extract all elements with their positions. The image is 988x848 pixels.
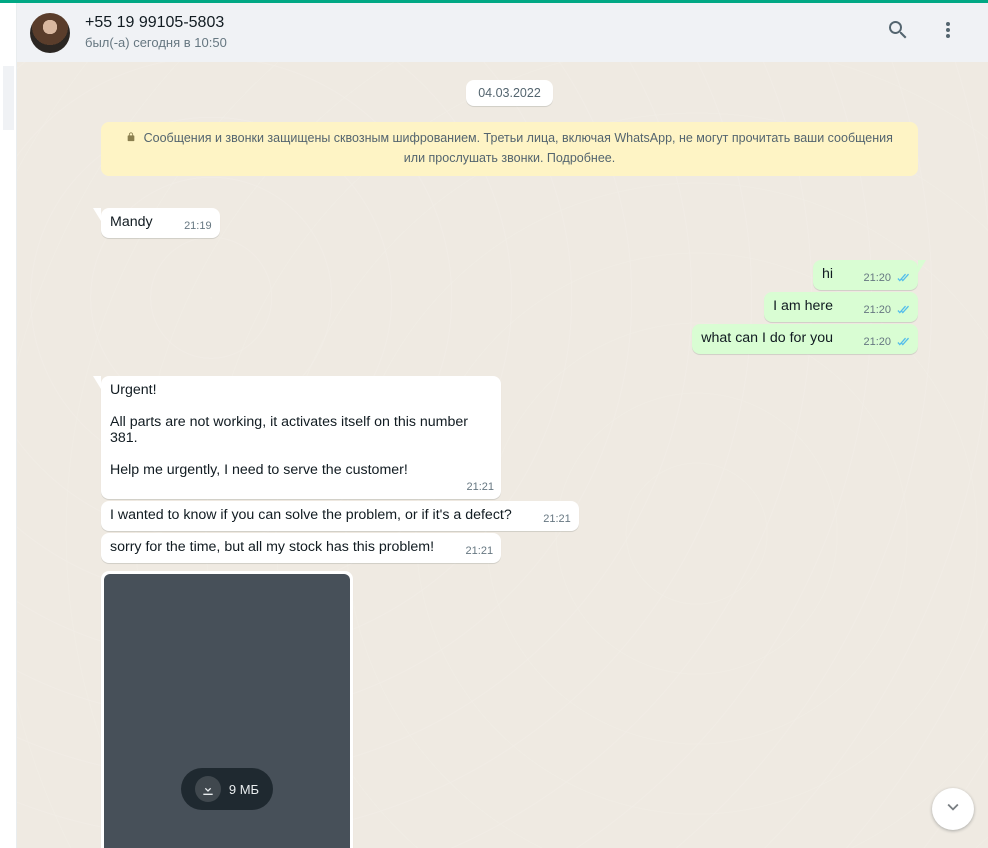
message-out[interactable]: I am here 21:20	[101, 292, 918, 322]
message-time: 21:20	[863, 303, 891, 318]
message-time: 21:20	[863, 335, 891, 350]
message-time: 21:21	[543, 512, 571, 527]
message-in[interactable]: Mandy 21:19	[101, 208, 918, 238]
media-placeholder[interactable]: 9 МБ	[104, 574, 350, 848]
conversation-panel: 04.03.2022 Сообщения и звонки защищены с…	[17, 62, 988, 848]
chevron-down-icon	[942, 796, 964, 823]
message-in[interactable]: I wanted to know if you can solve the pr…	[101, 501, 918, 531]
bubble-tail-icon	[93, 376, 101, 389]
message-in-media[interactable]: 9 МБ	[101, 571, 918, 848]
message-out[interactable]: hi 21:20	[101, 260, 918, 290]
message-text: Urgent! All parts are not working, it ac…	[110, 382, 492, 478]
lock-icon	[126, 132, 139, 146]
message-time: 21:21	[466, 544, 494, 559]
media-size-label: 9 МБ	[229, 782, 259, 797]
bubble-tail-icon	[93, 208, 101, 221]
chat-header: +55 19 99105-5803 был(-а) сегодня в 10:5…	[0, 3, 988, 62]
contact-title-block[interactable]: +55 19 99105-5803 был(-а) сегодня в 10:5…	[85, 13, 878, 52]
download-icon	[195, 776, 221, 802]
chat-menu-button[interactable]	[928, 13, 968, 53]
message-text: sorry for the time, but all my stock has…	[110, 539, 492, 555]
contact-last-seen: был(-а) сегодня в 10:50	[85, 34, 878, 52]
message-text: I wanted to know if you can solve the pr…	[110, 507, 570, 523]
read-receipt-icon	[894, 305, 910, 316]
message-time: 21:21	[466, 480, 494, 495]
read-receipt-icon	[894, 273, 910, 284]
bubble-tail-icon	[918, 260, 926, 273]
search-icon	[886, 18, 910, 47]
message-in[interactable]: Urgent! All parts are not working, it ac…	[101, 376, 918, 499]
encryption-notice[interactable]: Сообщения и звонки защищены сквозным шиф…	[101, 122, 918, 176]
chat-list-item-selected[interactable]	[3, 66, 14, 130]
date-separator: 04.03.2022	[466, 80, 553, 106]
message-time: 21:19	[184, 219, 212, 234]
search-in-chat-button[interactable]	[878, 13, 918, 53]
message-time: 21:20	[863, 271, 891, 286]
chat-list-sliver	[0, 3, 17, 848]
message-in[interactable]: sorry for the time, but all my stock has…	[101, 533, 918, 563]
encryption-notice-text: Сообщения и звонки защищены сквозным шиф…	[144, 131, 893, 165]
scroll-to-bottom-button[interactable]	[932, 788, 974, 830]
read-receipt-icon	[894, 337, 910, 348]
kebab-menu-icon	[936, 18, 960, 47]
message-out[interactable]: what can I do for you 21:20	[101, 324, 918, 354]
contact-avatar[interactable]	[30, 13, 70, 53]
contact-phone: +55 19 99105-5803	[85, 13, 878, 33]
download-media-button[interactable]: 9 МБ	[181, 768, 273, 810]
